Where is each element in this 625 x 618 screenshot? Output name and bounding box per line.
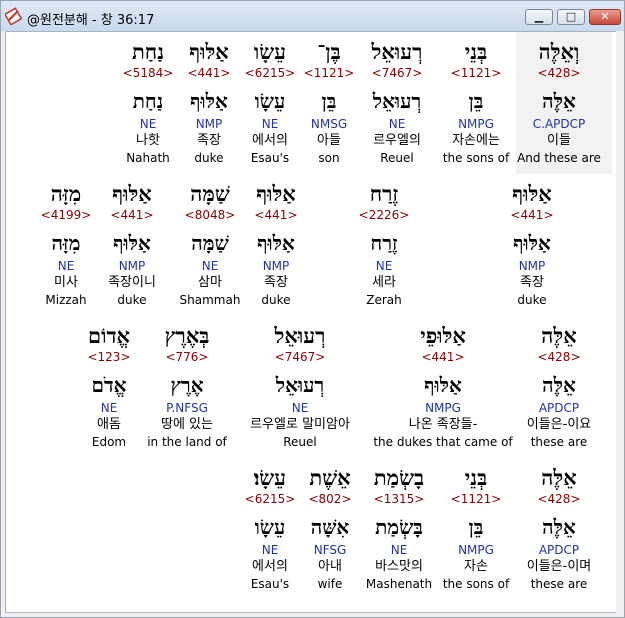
strong-number[interactable]: <4199> [6, 208, 141, 223]
hebrew-lemma[interactable]: מִזָּה [6, 228, 141, 258]
strong-number[interactable]: <441> [457, 208, 607, 223]
strong-number[interactable]: <441> [368, 350, 518, 365]
bible-app-icon [5, 7, 23, 25]
morphology-code: NE [139, 117, 157, 131]
hebrew-word[interactable]: עֵשָׂו׃ [195, 464, 345, 492]
word-column[interactable]: אֱדוֹם <123> אֱדֹם NE 애돔 Edom [34, 322, 184, 450]
word-column[interactable]: נַחַת <5184> נַחַת NE 나핫 Nahath [73, 38, 223, 166]
hebrew-lemma[interactable]: עֵשָׂו [195, 512, 345, 542]
maximize-button[interactable]: □ [557, 9, 585, 25]
hebrew-lemma[interactable]: אַלּוּף [457, 228, 607, 258]
morphology-code: NMP [518, 259, 546, 273]
korean-gloss: 에서의 [252, 559, 288, 574]
window-title: @원전분해 - 창 36:17 [27, 13, 155, 28]
window-border-right [616, 31, 624, 613]
title-bar[interactable]: @원전분해 - 창 36:17 ▁ □ ✕ [1, 1, 624, 31]
english-gloss: Nahath [126, 151, 170, 165]
english-gloss: Esau's [250, 577, 290, 591]
close-button[interactable]: ✕ [589, 9, 621, 25]
hebrew-word[interactable]: מִזָּה [6, 180, 141, 208]
hebrew-lemma[interactable]: אֱדֹם [34, 370, 184, 400]
korean-gloss: 나온 족장들- [408, 417, 478, 432]
strong-number[interactable]: <5184> [73, 66, 223, 81]
hebrew-word[interactable]: אַלּוּפֵי [368, 322, 518, 350]
strong-number[interactable]: <6215> [195, 492, 345, 507]
english-gloss: the dukes that came of [373, 435, 513, 449]
minimize-icon: ▁ [534, 10, 544, 23]
strong-number[interactable]: <123> [34, 350, 184, 365]
morphology-code: NE [261, 543, 279, 557]
hebrew-word[interactable]: אֱדוֹם [34, 322, 184, 350]
word-column[interactable]: אַלּוּפֵי <441> אַלּוּף NMPG 나온 족장들-the duke… [368, 322, 518, 450]
hebrew-lemma[interactable]: אַלּוּף [368, 370, 518, 400]
hebrew-lemma[interactable]: נַחַת [73, 86, 223, 116]
word-column[interactable]: מִזָּה <4199> מִזָּה NE 미사 Mizzah [6, 180, 141, 308]
korean-gloss: 애돔 [97, 417, 121, 432]
english-gloss: Edom [91, 435, 127, 449]
app-window: @원전분해 - 창 36:17 ▁ □ ✕ וְאֵלֶּה <428> אֵלֶּ… [0, 0, 625, 618]
korean-gloss: 미사 [54, 275, 78, 290]
word-column[interactable]: אַלּוּף <441> אַלּוּף NMP 족장 duke [457, 180, 607, 308]
korean-gloss: 족장 [520, 275, 544, 290]
morphology-code: NMPG [425, 401, 461, 415]
minimize-button[interactable]: ▁ [525, 9, 553, 25]
close-icon: ✕ [600, 10, 610, 23]
hebrew-word[interactable]: נַחַת [73, 38, 223, 66]
english-gloss: duke [517, 293, 547, 307]
morphology-code: NE [100, 401, 118, 415]
english-gloss: Mizzah [45, 293, 87, 307]
hebrew-word[interactable]: אַלּוּף [457, 180, 607, 208]
word-column[interactable]: עֵשָׂו׃ <6215> עֵשָׂו NE 에서의 Esau's [195, 464, 345, 592]
morphology-code: NE [57, 259, 75, 273]
korean-gloss: 나핫 [136, 133, 160, 148]
interlinear-view: וְאֵלֶּה <428> אֵלֶּה C.APDCP 이들 And these ar… [5, 31, 617, 613]
maximize-icon: □ [565, 10, 577, 23]
